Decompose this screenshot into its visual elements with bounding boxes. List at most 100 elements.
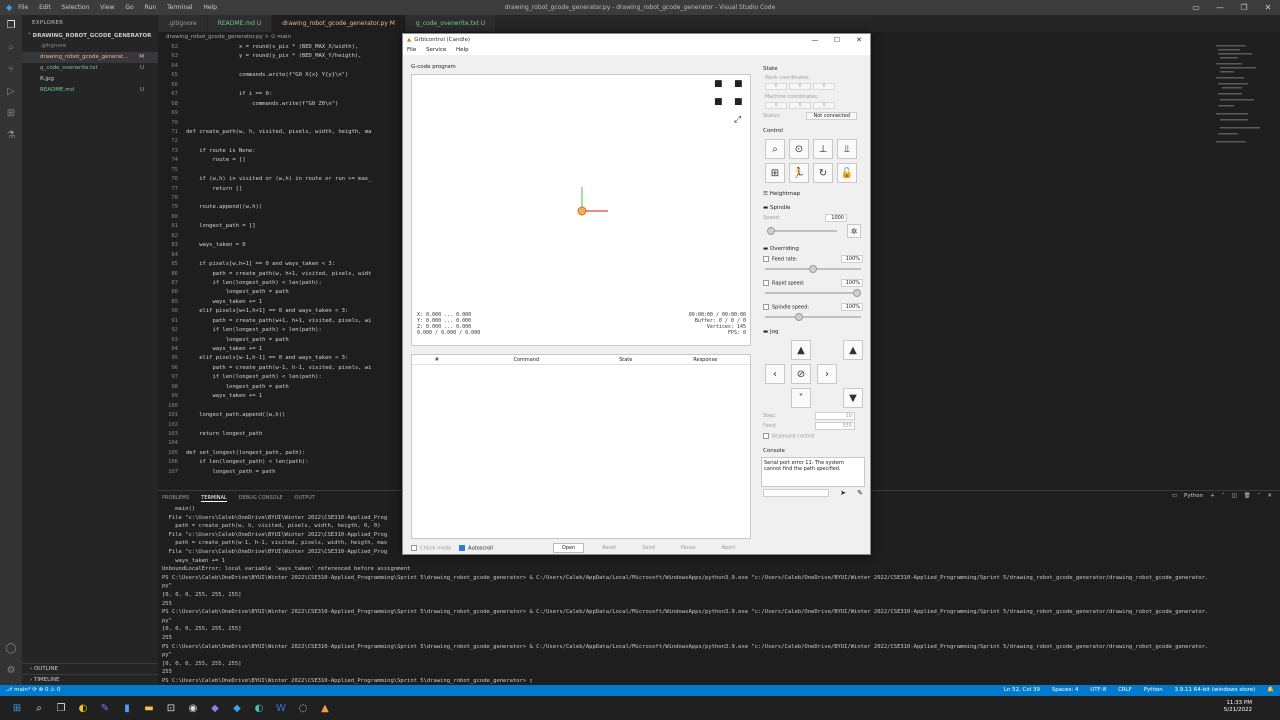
app-icon[interactable]: ◆ [204,703,226,714]
status-language[interactable]: Python [1144,687,1163,693]
status-branch[interactable]: ⎇ main* ⟳ ⊗ 0 ⚠ 0 [6,685,60,696]
console-send-icon[interactable]: ➤ [840,489,846,497]
reset-icon[interactable]: ↻ [813,163,833,183]
panel-tab-debug-console[interactable]: DEBUG CONSOLE [239,495,283,501]
candle-icon[interactable]: ▲ [314,703,336,714]
menu-go[interactable]: Go [125,4,133,11]
col-state[interactable]: State [591,355,661,364]
feed-rate-value[interactable]: 100% [841,255,863,263]
file-explorer-icon[interactable]: ▬ [138,703,160,714]
panel-tab-output[interactable]: OUTPUT [295,495,315,501]
zero-xy-icon[interactable]: ⊥ [813,139,833,159]
speed-input[interactable]: 1000 [825,214,847,222]
probe-icon[interactable]: ⊙ [789,139,809,159]
panel-tab-problems[interactable]: PROBLEMS [162,495,189,501]
timeline-section[interactable]: › TIMELINE [22,674,158,685]
view-left-icon[interactable]: ■ [734,97,743,107]
app-icon[interactable]: ◉ [182,703,204,714]
console-output[interactable]: Serial port error 11: The system cannot … [761,456,865,487]
close-button[interactable]: ✕ [1256,0,1280,15]
jog-z-plus-icon[interactable]: ▲ [843,340,863,360]
explorer-icon[interactable]: ❐ [0,15,22,37]
app-icon[interactable]: ✎ [94,703,116,714]
candle-menu-file[interactable]: File [407,47,416,53]
abort-button[interactable]: Abort [714,545,744,551]
console-command-input[interactable] [763,488,829,497]
tab-gitignore[interactable]: .gitignore [158,15,208,32]
view-front-icon[interactable]: ■ [714,97,723,107]
view-iso-icon[interactable]: ■ [714,79,723,89]
new-terminal-icon[interactable]: + [1210,493,1215,499]
status-interpreter[interactable]: 3.9.11 64-bit (windows store) [1175,687,1256,693]
candle-menu-help[interactable]: Help [456,47,469,53]
home-icon[interactable]: ⌕ [765,139,785,159]
spindle-speed-slider[interactable] [767,227,837,235]
candle-menu-service[interactable]: Service [426,47,446,53]
spindle-section[interactable]: ▬ Spindle [763,205,865,211]
reset-button[interactable]: Reset [594,545,624,551]
trash-icon[interactable]: 🗑 [1244,493,1251,499]
maximize-panel-icon[interactable]: ˄ [1258,493,1261,499]
app-icon[interactable]: ◌ [292,703,314,714]
jog-stop-icon[interactable]: ⊘ [791,364,811,384]
spindle-override-slider[interactable] [765,313,861,321]
tab-generator[interactable]: drawing_robot_gcode_generator.py M [272,15,406,32]
spindle-speed-value[interactable]: 100% [841,303,863,311]
candle-minimize-button[interactable]: — [804,34,826,46]
edge-icon[interactable]: ◐ [248,703,270,714]
candle-maximize-button[interactable]: ☐ [826,34,848,46]
windows-start-icon[interactable]: ⊞ [6,703,28,714]
autoscroll-checkbox[interactable]: Autoscroll [459,544,493,551]
menu-view[interactable]: View [100,4,114,11]
rapid-speed-value[interactable]: 100% [841,279,863,287]
jog-x-minus-icon[interactable]: ‹ [765,364,785,384]
split-terminal-icon[interactable]: ◫ [1231,493,1236,499]
account-icon[interactable]: ◯ [0,638,22,660]
store-icon[interactable]: ⊡ [160,703,182,714]
status-cursor[interactable]: Ln 52, Col 39 [1004,687,1040,693]
project-folder[interactable]: ˅ DRAWING_ROBOT_GCODE_GENERATOR [22,31,158,41]
app-icon[interactable]: ◐ [72,703,94,714]
panel-tab-terminal[interactable]: TERMINAL [201,495,227,502]
gcode-command-table[interactable]: # Command State Response [411,354,751,539]
source-control-icon[interactable]: ⑂ [0,59,22,81]
file-item-gcode-overwrite[interactable]: g_code_overwrite.txt U [22,63,158,74]
rapid-speed-checkbox[interactable]: Rapid speed: [763,279,805,286]
spindle-toggle-icon[interactable]: ✲ [847,224,861,238]
file-item-generator[interactable]: drawing_robot_gcode_generat... M [22,52,158,63]
open-button[interactable]: Open [552,543,585,553]
vscode-icon[interactable]: ◆ [226,703,248,714]
app-icon[interactable]: ▮ [116,703,138,714]
spindle-speed-checkbox[interactable]: Spindle speed: [763,303,809,310]
menu-run[interactable]: Run [145,4,157,11]
feed-input[interactable]: 555 [815,422,855,430]
jog-z-minus-icon[interactable]: ▼ [843,388,863,408]
feed-rate-checkbox[interactable]: Feed rate: [763,255,797,262]
file-item-gitignore[interactable]: .gitignore [22,41,158,52]
jog-y-plus-icon[interactable]: ▲ [791,340,811,360]
jog-section[interactable]: ▬ Jog [763,329,865,335]
jog-x-plus-icon[interactable]: › [817,364,837,384]
feed-rate-slider[interactable] [765,265,861,273]
status-eol[interactable]: CRLF [1118,687,1132,693]
fit-view-icon[interactable]: ⤢ [734,115,741,125]
step-input[interactable]: 10 [815,412,855,420]
file-item-readme[interactable]: README.md U [22,85,158,96]
col-command[interactable]: Command [462,355,591,364]
menu-terminal[interactable]: Terminal [167,4,192,11]
console-clear-icon[interactable]: ✎ [857,489,863,497]
search-icon[interactable]: ⌕ [28,703,50,714]
keyboard-control-checkbox[interactable]: Keyboard control [763,433,863,440]
task-view-icon[interactable]: ❐ [50,703,72,714]
safe-position-icon[interactable]: 🏃 [789,163,809,183]
gcode-3d-viewport[interactable]: ■ ■ ■ ■ ⤢ X: 0.000 ... 0.000 Y: 0.000 ..… [411,74,751,346]
menu-edit[interactable]: Edit [39,4,51,11]
search-icon[interactable]: ⌕ [0,37,22,59]
check-mode-checkbox[interactable]: Check mode [411,544,451,551]
extensions-icon[interactable]: ⊞ [0,103,22,125]
minimize-button[interactable]: — [1208,0,1232,15]
outline-section[interactable]: › OUTLINE [22,663,158,674]
send-button[interactable]: Send [634,545,663,551]
jog-y-minus-icon[interactable]: ˅ [791,388,811,408]
menu-selection[interactable]: Selection [62,4,90,11]
